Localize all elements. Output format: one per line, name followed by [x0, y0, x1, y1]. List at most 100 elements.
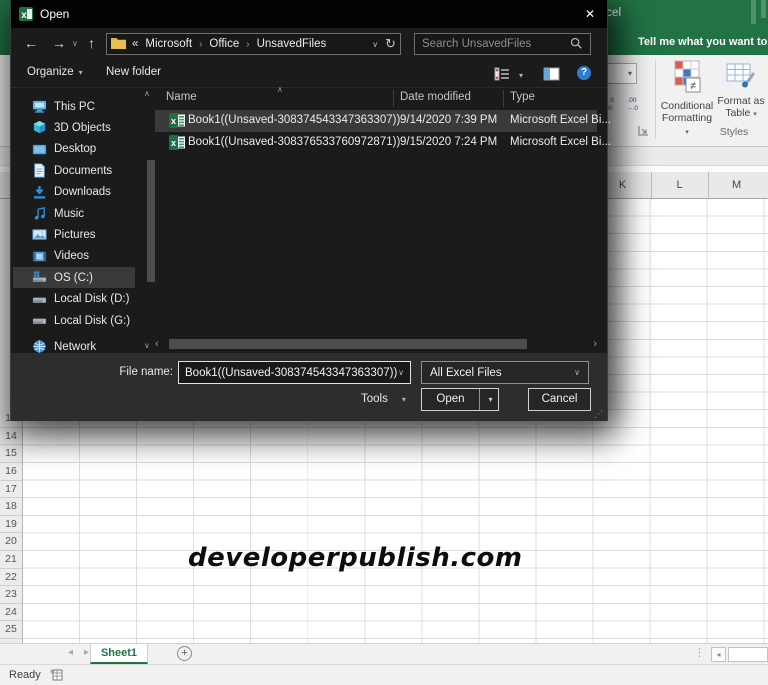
sidebar-item-3d-objects[interactable]: 3D Objects — [13, 117, 135, 138]
column-divider[interactable] — [393, 90, 394, 107]
number-group-launcher-icon[interactable] — [638, 125, 649, 136]
add-sheet-button[interactable]: + — [177, 646, 192, 661]
hscroll-left-button[interactable]: ◂ — [711, 647, 726, 662]
recent-locations-icon[interactable]: ∨ — [72, 39, 78, 48]
breadcrumb-collapsed-icon[interactable]: « — [132, 38, 138, 50]
sidebar-item-local-disk-g[interactable]: Local Disk (G:) — [13, 310, 135, 331]
row-header-22[interactable]: 22 — [0, 569, 22, 587]
sidebar-item-downloads[interactable]: Downloads — [13, 182, 135, 203]
column-header-name[interactable]: Name — [166, 91, 197, 103]
file-name-combo[interactable]: Book1((Unsaved-308374543347363307)) ∨ — [178, 361, 411, 384]
open-dropdown-icon[interactable]: ▾ — [482, 389, 499, 410]
hscroll-thumb[interactable] — [728, 647, 768, 662]
address-dropdown-icon[interactable]: ∨ — [372, 40, 378, 49]
screen: Book1 - Excel Tell me what you want to d… — [0, 0, 768, 685]
drive-icon — [32, 313, 47, 328]
row-header-16[interactable]: 16 — [0, 463, 22, 481]
sidebar-item-documents[interactable]: Documents — [13, 160, 135, 181]
sidebar-item-label: OS (C:) — [54, 271, 93, 284]
tell-me-box[interactable]: Tell me what you want to do — [638, 36, 768, 48]
file-type-value: All Excel Files — [430, 366, 502, 379]
row-header-17[interactable]: 17 — [0, 481, 22, 499]
file-type: Microsoft Excel Bi... — [510, 114, 611, 126]
breadcrumb-separator-icon: › — [199, 38, 203, 50]
file-row[interactable]: x Book1((Unsaved-308374543347363307)) 9/14… — [155, 110, 611, 132]
sidebar-item-label: Desktop — [54, 143, 97, 156]
scroll-left-icon[interactable]: ‹ — [155, 338, 159, 350]
help-icon[interactable]: ? — [577, 66, 591, 80]
row-header-20[interactable]: 20 — [0, 533, 22, 551]
sheet-prev-icon[interactable]: ◂ — [68, 647, 73, 658]
row-header-25[interactable]: 25 — [0, 621, 22, 639]
sidebar-item-pictures[interactable]: Pictures — [13, 224, 135, 245]
svg-text:x: x — [171, 116, 176, 126]
file-name-label: File name: — [119, 366, 173, 378]
sidebar-scroll-down-icon[interactable]: ∨ — [144, 341, 150, 350]
row-header-19[interactable]: 19 — [0, 516, 22, 534]
sidebar-item-desktop[interactable]: Desktop — [13, 139, 135, 160]
row-header-14[interactable]: 14 — [0, 428, 22, 446]
breadcrumb-item-office[interactable]: Office — [209, 38, 239, 50]
row-header-18[interactable]: 18 — [0, 498, 22, 516]
sidebar-item-os-c[interactable]: OS (C:) — [13, 267, 135, 289]
file-date-modified: 9/15/2020 7:24 PM — [400, 136, 498, 148]
sidebar-item-music[interactable]: Music — [13, 203, 135, 224]
scroll-right-icon[interactable]: › — [593, 338, 597, 350]
video-icon — [32, 249, 47, 264]
sidebar-item-this-pc[interactable]: This PC — [13, 96, 135, 117]
column-divider[interactable] — [503, 90, 504, 107]
sidebar-item-label: Network — [54, 340, 97, 353]
tools-button[interactable]: Tools ▾ — [361, 393, 406, 405]
details-view-icon[interactable] — [494, 67, 510, 84]
open-button[interactable]: Open ▾ — [421, 388, 499, 411]
refresh-icon[interactable]: ↻ — [385, 36, 396, 52]
file-list-hscrollbar: ‹ › — [153, 337, 599, 351]
sidebar-item-videos[interactable]: Videos — [13, 246, 135, 267]
up-icon[interactable]: ↑ — [88, 35, 95, 51]
file-name: Book1((Unsaved-308376533760972871)) — [188, 136, 401, 148]
file-row[interactable]: x Book1((Unsaved-308376533760972871)) 9/15… — [155, 132, 611, 154]
close-icon[interactable]: ✕ — [573, 0, 607, 28]
hscrollbar-thumb[interactable] — [169, 339, 527, 349]
preview-pane-icon[interactable] — [543, 67, 560, 84]
new-folder-button[interactable]: New folder — [106, 66, 161, 78]
decrease-decimal-button[interactable]: .00 →.0 — [622, 93, 642, 117]
download-icon — [32, 185, 47, 200]
view-dropdown-icon[interactable]: ▾ — [519, 71, 523, 80]
file-type: Microsoft Excel Bi... — [510, 136, 611, 148]
address-bar[interactable]: « Microsoft › Office › UnsavedFiles ∨ ↻ — [106, 33, 401, 55]
excel-file-icon: x — [169, 113, 186, 131]
resize-grip-icon[interactable]: ⋰ — [594, 409, 604, 419]
dialog-titlebar[interactable]: x Open ✕ — [11, 0, 607, 28]
row-header-24[interactable]: 24 — [0, 604, 22, 622]
back-icon[interactable]: ← — [24, 35, 38, 51]
column-header-date[interactable]: Date modified — [400, 91, 471, 103]
column-header-l[interactable]: L — [650, 172, 708, 198]
pc-icon — [32, 99, 47, 114]
file-type-combo[interactable]: All Excel Files ∨ — [421, 361, 589, 384]
music-icon — [32, 206, 47, 221]
dropdown-arrow-icon: ▾ — [627, 69, 632, 78]
breadcrumb-item-microsoft[interactable]: Microsoft — [145, 38, 192, 50]
breadcrumb-separator-icon: › — [246, 38, 250, 50]
tab-sheet1[interactable]: Sheet1 — [90, 644, 148, 664]
row-header-23[interactable]: 23 — [0, 586, 22, 604]
svg-text:x: x — [21, 10, 27, 21]
row-header-15[interactable]: 15 — [0, 445, 22, 463]
forward-icon[interactable]: → — [52, 35, 66, 51]
organize-button[interactable]: Organize ▾ — [27, 66, 83, 78]
dropdown-arrow-icon: ▾ — [78, 68, 83, 77]
column-header-m[interactable]: M — [707, 172, 765, 198]
sidebar-item-label: 3D Objects — [54, 121, 111, 134]
sidebar-item-local-disk-d[interactable]: Local Disk (D:) — [13, 289, 135, 310]
breadcrumb-item-unsavedfiles[interactable]: UnsavedFiles — [257, 38, 327, 50]
search-input[interactable]: Search UnsavedFiles — [414, 33, 591, 55]
row-header-21[interactable]: 21 — [0, 551, 22, 569]
sidebar-item-label: Downloads — [54, 186, 111, 199]
cancel-button[interactable]: Cancel — [528, 388, 591, 411]
sidebar-scroll-up-icon[interactable]: ∧ — [144, 89, 150, 98]
sidebar-scrollbar-thumb[interactable] — [147, 160, 155, 282]
column-header-type[interactable]: Type — [510, 91, 535, 103]
macro-record-icon[interactable] — [50, 669, 63, 684]
sheet-next-icon[interactable]: ▸ — [84, 647, 89, 658]
